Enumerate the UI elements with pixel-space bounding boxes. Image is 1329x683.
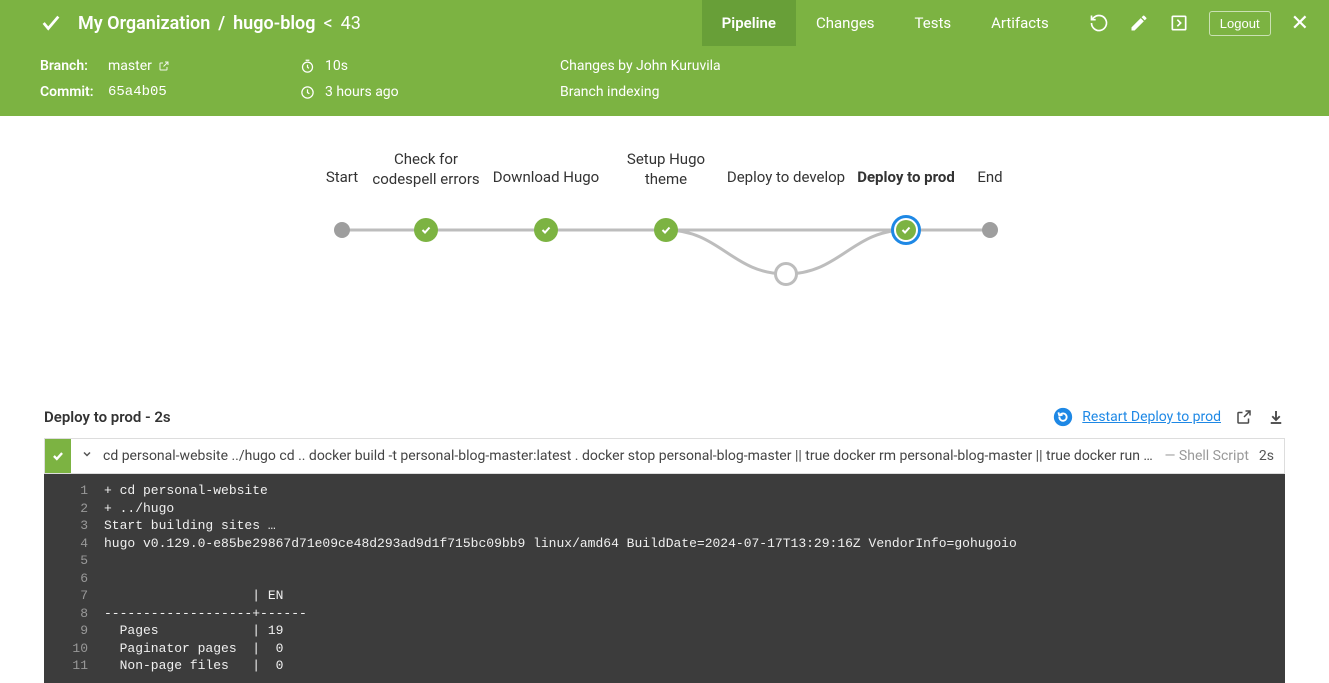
restart-stage-button[interactable]: Restart Deploy to prod [1052,406,1221,428]
run-number: 43 [341,13,361,34]
commit-value: 65a4b05 [108,84,167,100]
node-develop[interactable] [774,262,798,286]
stage-label-develop[interactable]: Deploy to develop [727,168,845,188]
restart-icon [1052,406,1074,428]
console-line: 10 Paginator pages | 0 [44,640,1285,658]
node-download[interactable] [534,218,558,242]
stage-label-setup[interactable]: Setup Hugo theme [627,150,705,189]
console-line: 4hugo v0.129.0-e85be29867d71e09ce48d293a… [44,535,1285,553]
branch-label: Branch: [40,58,98,74]
stage-label-start: Start [326,168,358,188]
header-bar: My Organization / hugo-blog < 43 Pipelin… [0,0,1329,46]
tab-artifacts[interactable]: Artifacts [971,0,1069,46]
refresh-icon[interactable] [1089,13,1109,33]
breadcrumb-org[interactable]: My Organization [78,13,210,34]
console-line: 11 Non-page files | 0 [44,657,1285,675]
console-line: 5 [44,552,1285,570]
node-start [334,222,350,238]
pipeline-graph: Start Check for codespell errors Downloa… [0,136,1329,316]
stage-section-header: Deploy to prod - 2s Restart Deploy to pr… [0,406,1329,428]
changes-by: Changes by John Kuruvila [560,58,721,74]
breadcrumb: My Organization / hugo-blog < 43 [78,13,361,34]
commit-message: Branch indexing [560,84,659,100]
duration-value: 10s [325,58,348,74]
stopwatch-icon [300,59,315,74]
stage-label-prod[interactable]: Deploy to prod [857,168,955,188]
close-icon[interactable]: ✕ [1291,11,1309,36]
node-prod[interactable] [891,215,921,245]
chevron-down-icon[interactable] [71,448,103,464]
node-setup[interactable] [654,218,678,242]
header-tabs: Pipeline Changes Tests Artifacts [702,0,1069,46]
console-line: 9 Pages | 19 [44,622,1285,640]
tab-tests[interactable]: Tests [895,0,972,46]
download-icon[interactable] [1267,408,1285,426]
node-end [982,222,998,238]
stage-label-end: End [977,168,1002,188]
tab-changes[interactable]: Changes [796,0,895,46]
edit-icon[interactable] [1129,13,1149,33]
external-link-icon [158,60,170,72]
branch-value[interactable]: master [108,58,170,74]
logout-button[interactable]: Logout [1209,11,1271,36]
console-line: 1+ cd personal-website [44,482,1285,500]
step-type: — Shell Script [1155,448,1259,464]
step-status-icon [45,438,71,474]
console-line: 8-------------------+------ [44,605,1285,623]
popout-icon[interactable] [1235,408,1253,426]
console-line: 3Start building sites … [44,517,1285,535]
pipeline-svg [0,196,1329,316]
stage-label-check[interactable]: Check for codespell errors [372,150,479,189]
goto-icon[interactable] [1169,13,1189,33]
step-duration: 2s [1259,448,1284,464]
stage-section-title: Deploy to prod - 2s [44,408,171,426]
console-line: 6 [44,570,1285,588]
stage-label-download[interactable]: Download Hugo [493,168,599,188]
run-meta: Branch: master Commit: 65a4b05 10s 3 hou… [0,46,1329,116]
node-check[interactable] [414,218,438,242]
console-output[interactable]: 1+ cd personal-website 2+ ../hugo 3Start… [44,474,1285,683]
commit-label: Commit: [40,84,98,100]
step-row[interactable]: cd personal-website ../hugo cd .. docker… [44,438,1285,474]
console-line: 7 | EN [44,587,1285,605]
restart-label: Restart Deploy to prod [1082,409,1221,425]
status-check-icon [40,12,62,34]
tab-pipeline[interactable]: Pipeline [702,0,796,46]
console-line: 2+ ../hugo [44,500,1285,518]
breadcrumb-project[interactable]: hugo-blog [233,13,315,34]
clock-icon [300,85,315,100]
step-command: cd personal-website ../hugo cd .. docker… [103,448,1155,464]
age-value: 3 hours ago [325,84,399,100]
